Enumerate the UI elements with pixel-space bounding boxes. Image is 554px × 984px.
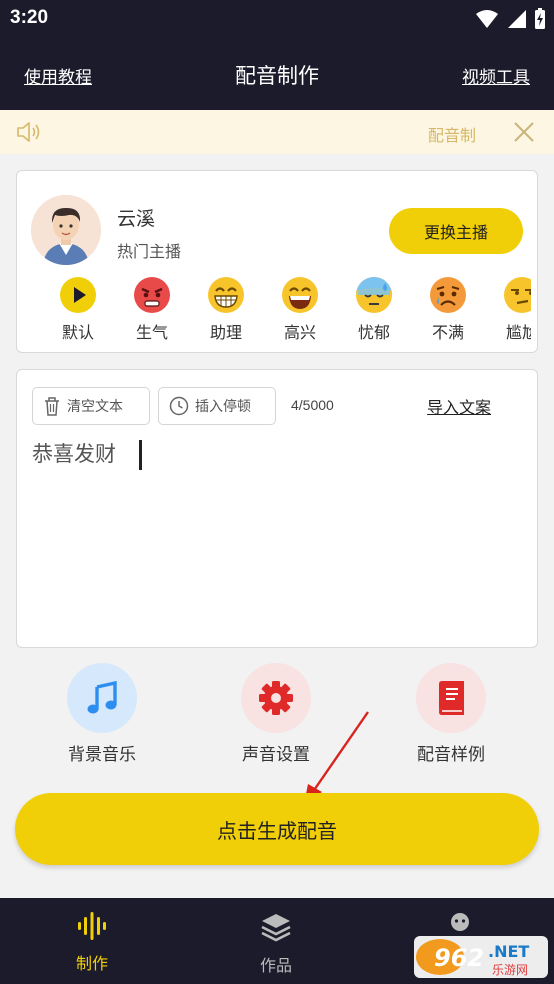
watermark-logo: 962 .NET 乐游网 [412,933,550,981]
text-caret [139,440,142,470]
emotion-label: 尴尬 [505,323,531,342]
emotion-default[interactable]: 默认 [41,277,115,347]
grin-face-icon [208,277,244,313]
gear-icon [259,681,293,715]
emotion-assistant[interactable]: 助理 [189,277,263,347]
emotion-label: 助理 [209,323,242,342]
anchor-avatar[interactable] [31,195,101,265]
background-music-circle [67,663,137,733]
awkward-face-icon [504,277,531,313]
nav-works-tab[interactable]: 作品 [231,912,321,976]
svg-text:962: 962 [434,944,484,972]
anchor-card: 云溪 热门主播 更换主播 默认 生气 助理 高兴 忧郁 不满 尴尬 [16,170,538,353]
emotion-angry[interactable]: 生气 [115,277,189,347]
worried-face-icon [430,277,466,313]
insert-pause-button[interactable]: 插入停顿 [158,387,276,425]
happy-face-icon [282,277,318,313]
background-music-label: 背景音乐 [68,745,136,765]
emotion-list: 默认 生气 助理 高兴 忧郁 不满 尴尬 [41,277,531,347]
text-editor-card: 清空文本 插入停顿 4/5000 导入文案 恭喜发财 [16,369,538,648]
emotion-label: 生气 [135,323,168,342]
character-counter: 4/5000 [291,397,334,413]
svg-text:.NET: .NET [488,942,529,961]
status-time: 3:20 [10,7,49,28]
angry-face-icon [134,277,170,313]
background-music-button[interactable]: 背景音乐 [32,663,172,765]
emotion-happy[interactable]: 高兴 [263,277,337,347]
music-note-icon [87,681,117,714]
clear-text-button[interactable]: 清空文本 [32,387,150,425]
sound-wave-icon [78,912,106,940]
generate-dubbing-button[interactable]: 点击生成配音 [15,793,539,865]
clock-icon [169,396,189,416]
layers-icon [261,914,291,942]
speaker-icon [17,122,40,142]
nav-make-tab[interactable]: 制作 [47,912,137,974]
emotion-label: 高兴 [283,323,316,342]
nav-works-label: 作品 [259,956,292,975]
anchor-subtitle: 热门主播 [117,242,182,261]
annotation-arrow-icon [304,711,369,804]
anchor-name: 云溪 [117,208,156,230]
emotion-awkward[interactable]: 尴尬 [485,277,531,347]
person-avatar-icon [31,195,101,265]
status-icons [476,8,546,30]
sad-sweat-face-icon [356,277,392,313]
dubbing-samples-circle [416,663,486,733]
wifi-icon [476,10,498,28]
insert-pause-label: 插入停顿 [195,399,251,415]
emotion-label: 不满 [431,323,464,342]
nav-make-label: 制作 [75,954,108,973]
close-icon[interactable] [512,120,536,144]
notice-text: 配音制 [428,126,477,145]
dubbing-samples-label: 配音样例 [417,745,485,765]
emotion-melancholy[interactable]: 忧郁 [337,277,411,347]
emotion-label: 忧郁 [357,323,390,342]
signal-icon [508,10,526,28]
dubbing-samples-button[interactable]: 配音样例 [381,663,521,765]
header-bar: 使用教程 配音制作 视频工具 [0,38,554,110]
change-anchor-button[interactable]: 更换主播 [389,208,523,254]
watermark-icon: 962 .NET 乐游网 [414,936,548,978]
notice-bar: 配音制 [0,110,554,154]
battery-icon [535,8,545,29]
play-icon [60,277,96,313]
emotion-dissatisfied[interactable]: 不满 [411,277,485,347]
import-text-link[interactable]: 导入文案 [427,394,491,418]
dubbing-text-input[interactable]: 恭喜发财 [32,438,524,634]
clear-text-label: 清空文本 [67,399,123,415]
book-icon [439,681,464,715]
video-tools-link[interactable]: 视频工具 [462,63,530,88]
status-bar: 3:20 [0,0,554,38]
trash-icon [45,397,59,416]
svg-text:乐游网: 乐游网 [492,963,528,977]
emotion-label: 默认 [61,323,94,342]
